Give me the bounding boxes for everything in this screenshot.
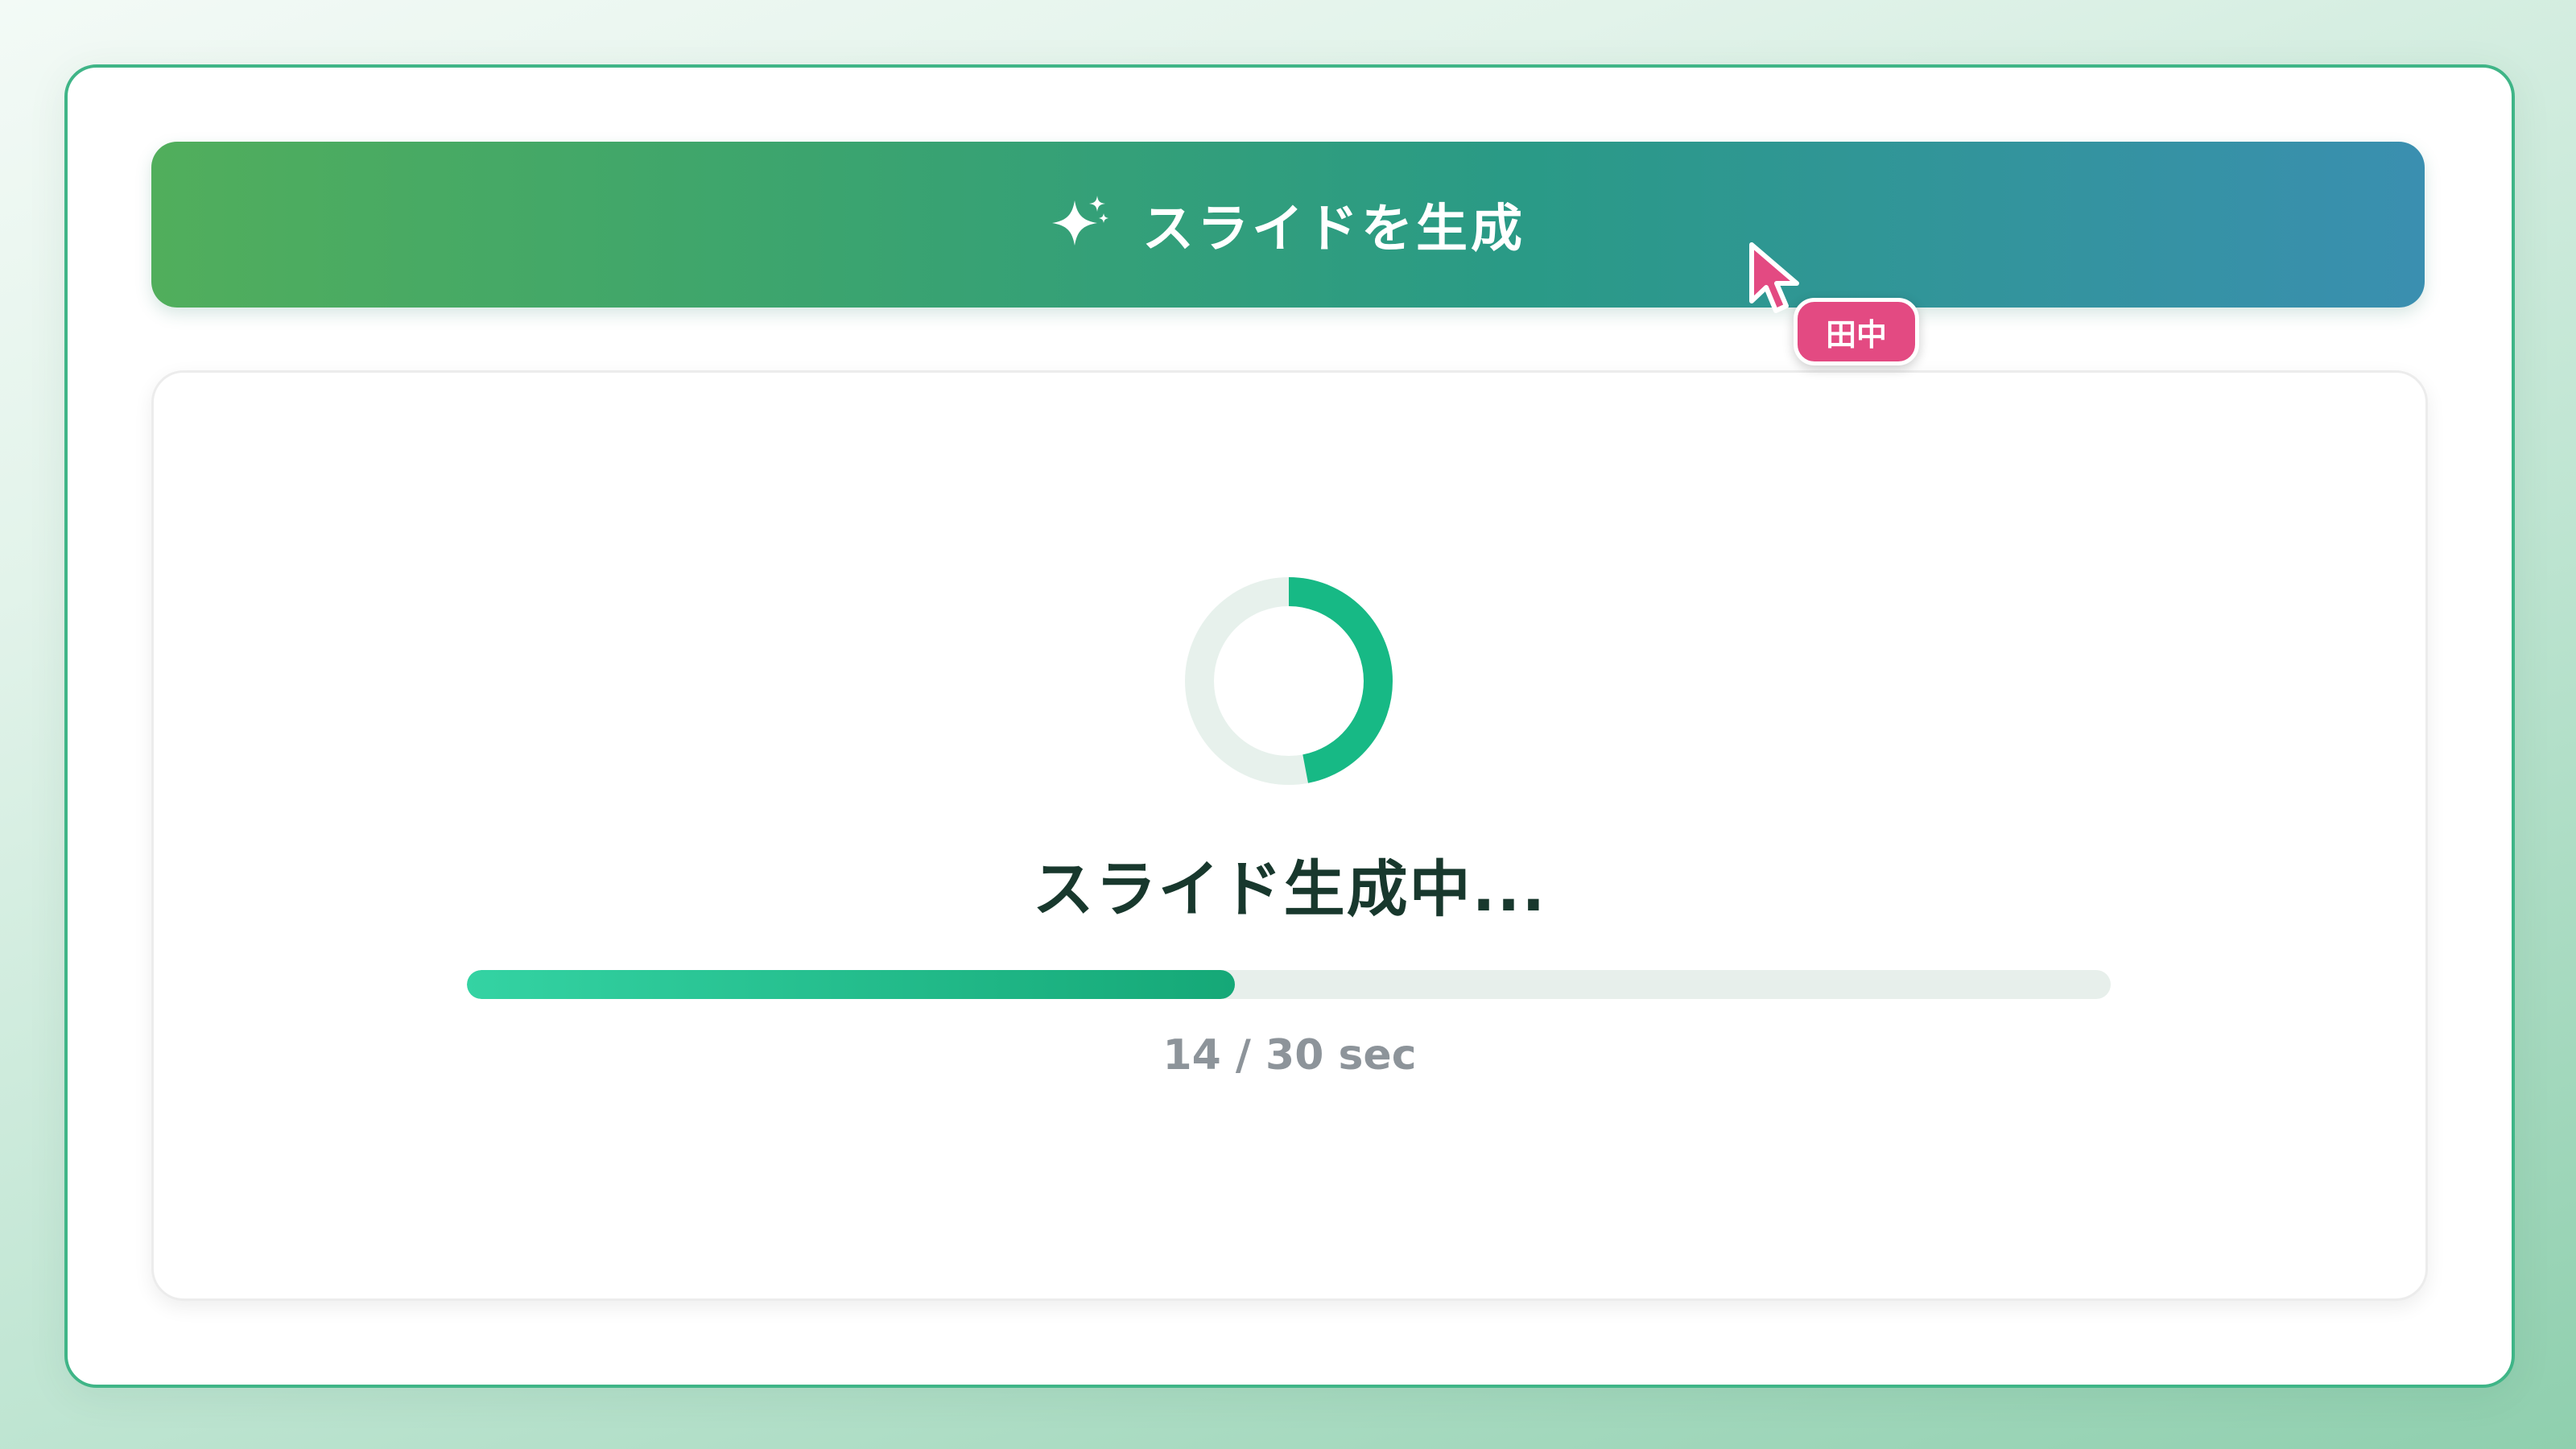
sparkles-icon	[1051, 194, 1112, 255]
generate-button-label: スライドを生成	[1142, 200, 1525, 259]
generation-status-text: スライド生成中...	[1032, 853, 1547, 925]
generate-button-content: スライドを生成	[1051, 188, 1525, 262]
progress-bar-fill	[467, 970, 1235, 999]
collaborator-name-badge: 田中	[1794, 298, 1919, 365]
pointer-cursor-icon	[1749, 242, 1799, 313]
progress-card: スライド生成中... 14 / 30 sec	[151, 370, 2428, 1301]
loading-ring-icon	[1185, 577, 1393, 785]
generate-slides-button[interactable]: スライドを生成	[151, 142, 2425, 308]
progress-bar	[467, 970, 2111, 999]
elapsed-time-text: 14 / 30 sec	[1162, 1031, 1417, 1080]
